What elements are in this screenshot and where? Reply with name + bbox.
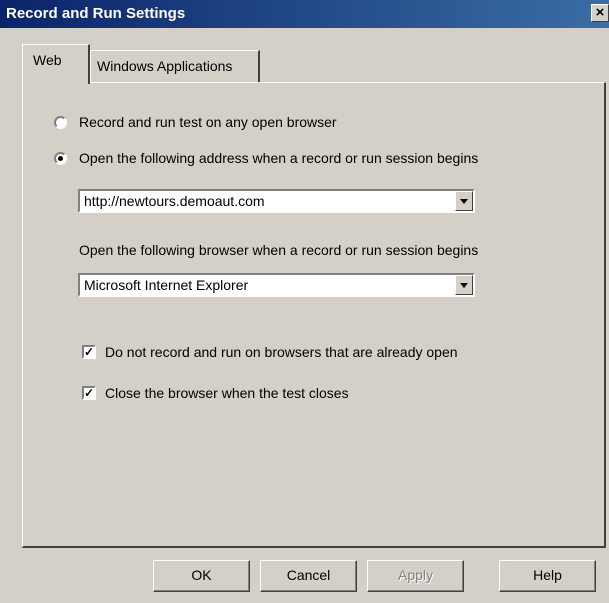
checkbox-close-browser[interactable]: ✓ <box>82 386 96 400</box>
ok-button[interactable]: OK <box>153 560 250 592</box>
title-bar: Record and Run Settings × <box>0 0 609 28</box>
web-tab-panel: Record and run test on any open browser … <box>22 82 606 548</box>
radio-open-address[interactable] <box>54 152 67 165</box>
radio-selected-dot <box>58 156 63 161</box>
radio-any-browser-label: Record and run test on any open browser <box>79 114 337 130</box>
browser-dropdown-button[interactable] <box>455 275 473 295</box>
browser-label: Open the following browser when a record… <box>79 242 479 258</box>
radio-any-browser[interactable] <box>54 116 67 129</box>
tab-web[interactable]: Web <box>22 44 90 84</box>
tab-windows-applications-label: Windows Applications <box>97 58 233 74</box>
address-input[interactable]: http://newtours.demoaut.com <box>84 193 265 209</box>
browser-combobox[interactable]: Microsoft Internet Explorer <box>78 273 475 297</box>
close-button[interactable]: × <box>591 4 609 22</box>
apply-button[interactable]: Apply <box>367 560 464 592</box>
radio-open-address-label: Open the following address when a record… <box>79 150 479 166</box>
address-combobox[interactable]: http://newtours.demoaut.com <box>78 189 475 213</box>
checkbox-not-record[interactable]: ✓ <box>82 345 96 359</box>
address-dropdown-button[interactable] <box>455 191 473 211</box>
cancel-button[interactable]: Cancel <box>260 560 357 592</box>
window-title: Record and Run Settings <box>6 5 186 22</box>
browser-select-value: Microsoft Internet Explorer <box>84 277 249 293</box>
checkbox-not-record-label: Do not record and run on browsers that a… <box>105 344 458 360</box>
checkbox-close-browser-label: Close the browser when the test closes <box>105 385 349 401</box>
help-button[interactable]: Help <box>499 560 596 592</box>
tab-windows-applications[interactable]: Windows Applications <box>90 50 260 82</box>
tab-web-label: Web <box>33 52 62 68</box>
